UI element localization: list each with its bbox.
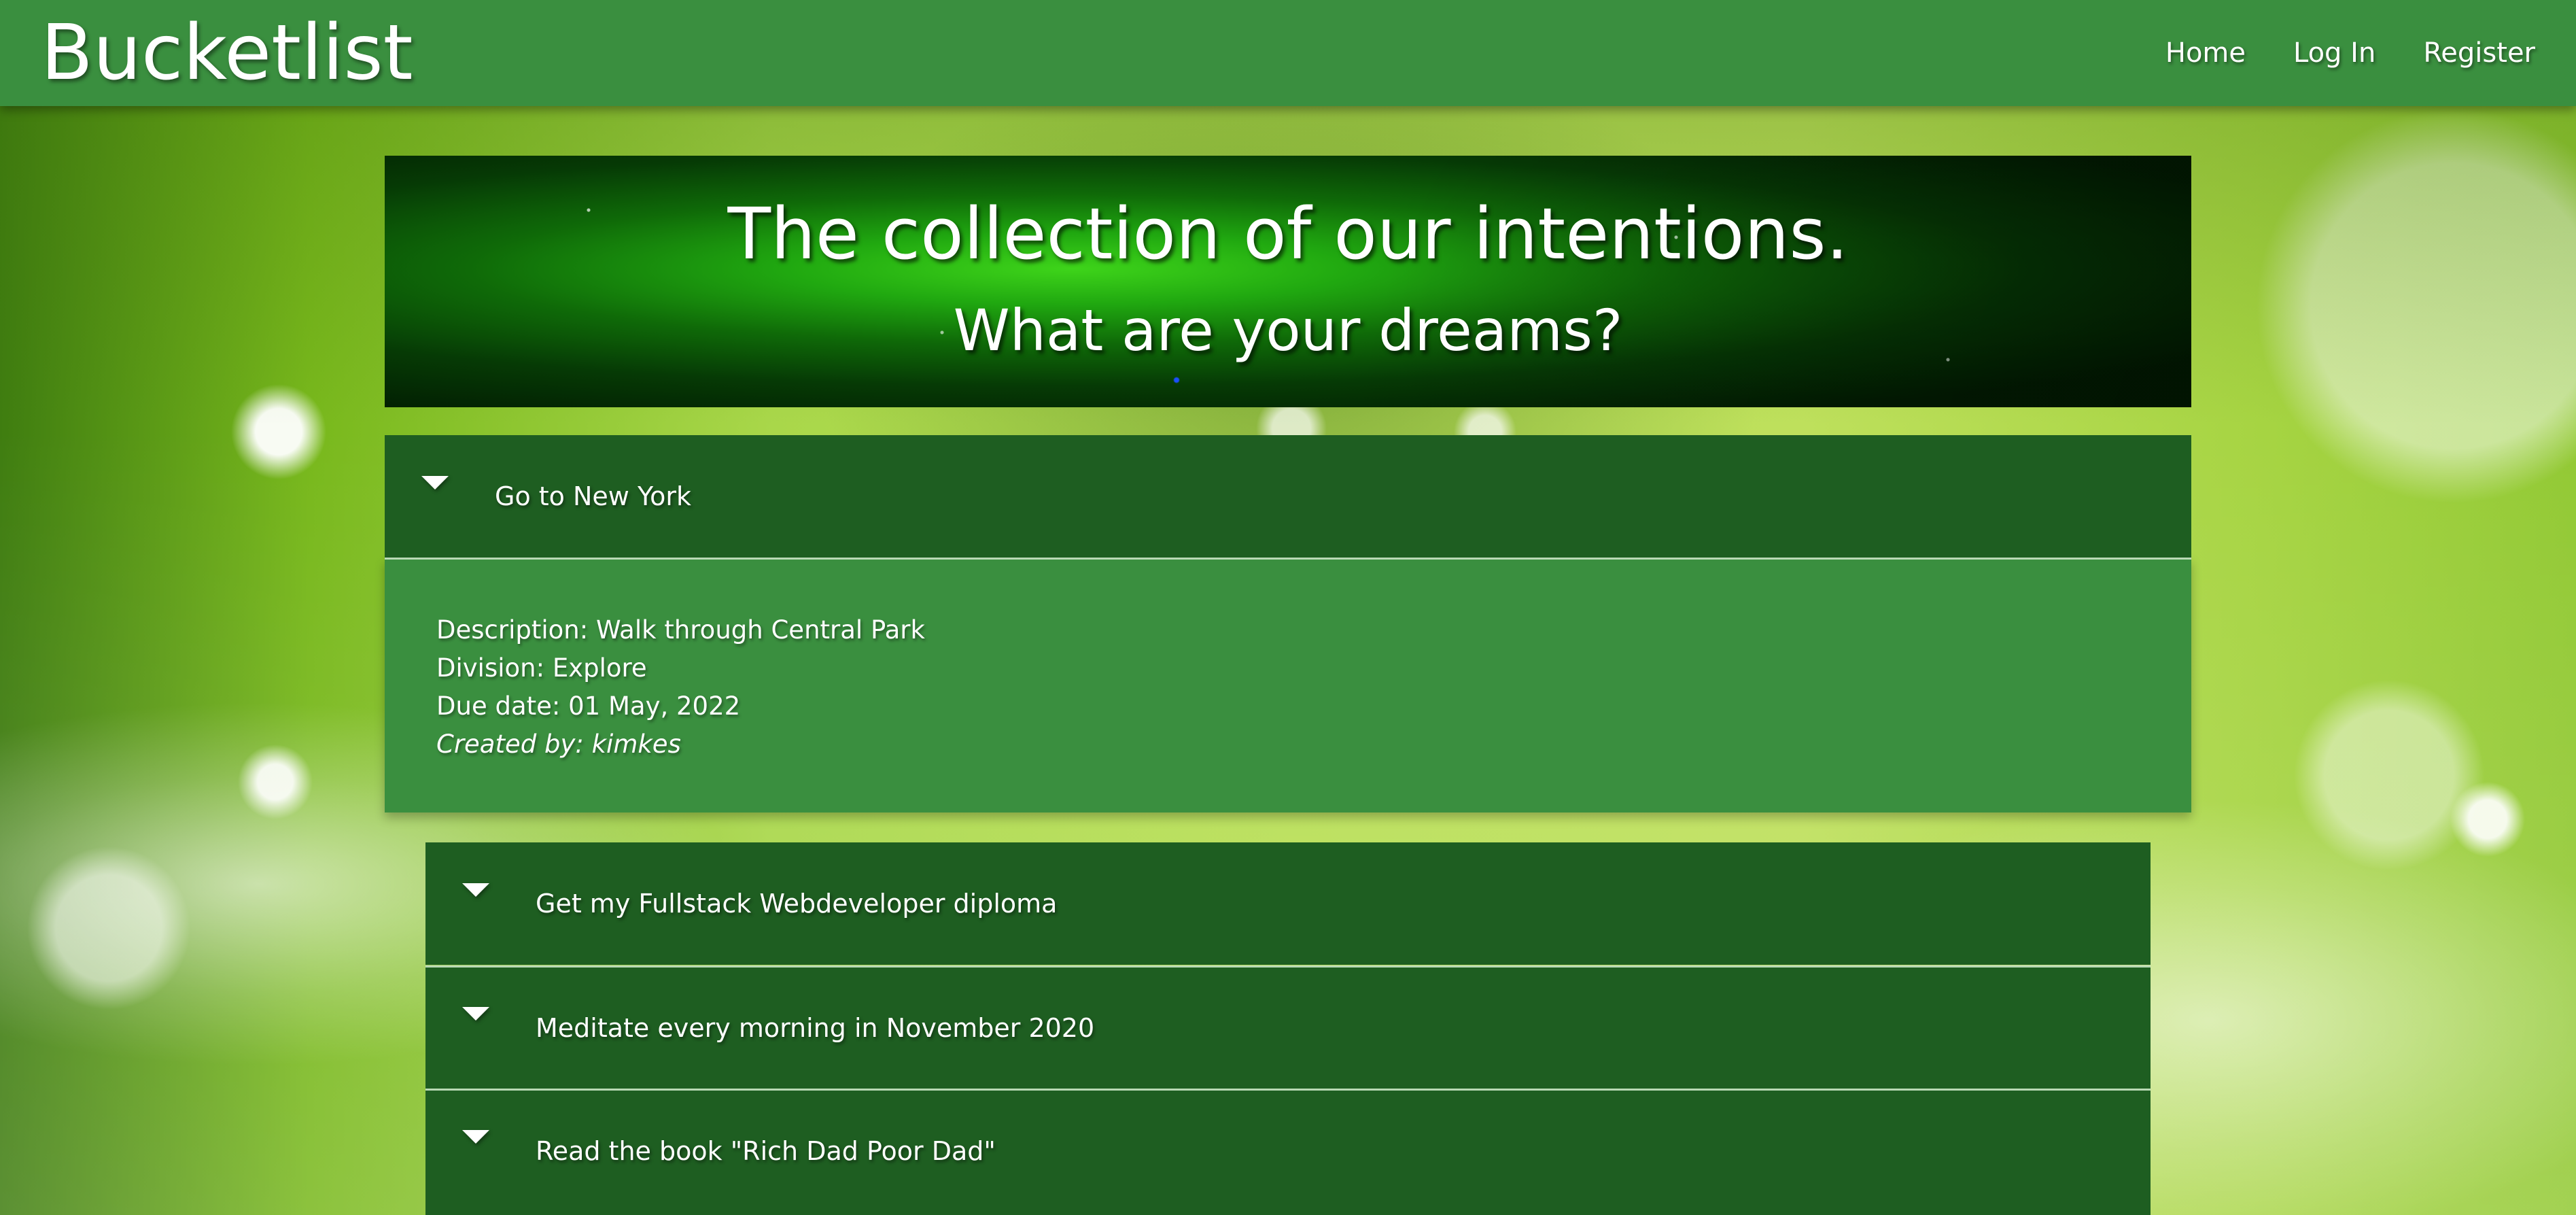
nav-links: Home Log In Register [2165,0,2535,106]
nav-register-link[interactable]: Register [2423,37,2535,69]
bucketlist-item: Go to New York Description: Walk through… [385,435,2191,812]
item-title: Read the book "Rich Dad Poor Dad" [536,1136,996,1166]
item-header-toggle[interactable]: Go to New York [385,435,2191,558]
caret-down-icon [462,883,489,897]
item-details: Description: Walk through Central Park D… [385,558,2191,812]
caret-down-icon [421,476,449,490]
item-division: Division: Explore [436,653,647,683]
hero-banner: The collection of our intentions. What a… [385,156,2191,407]
item-title: Go to New York [495,481,692,511]
item-header-toggle[interactable]: Meditate every morning in November 2020 [425,965,2151,1089]
item-title: Meditate every morning in November 2020 [536,1013,1095,1043]
bucketlist-item: Get my Fullstack Webdeveloper diploma [425,842,2151,965]
item-header-toggle[interactable]: Get my Fullstack Webdeveloper diploma [425,842,2151,965]
nav-login-link[interactable]: Log In [2293,37,2375,69]
item-due-date: Due date: 01 May, 2022 [436,691,741,721]
nav-home-link[interactable]: Home [2165,37,2246,69]
bucketlist-item: Meditate every morning in November 2020 [425,965,2151,1089]
item-title: Get my Fullstack Webdeveloper diploma [536,889,1058,919]
item-created-by: Created by: kimkes [436,730,681,759]
caret-down-icon [462,1130,489,1144]
item-description: Description: Walk through Central Park [436,615,925,645]
caret-down-icon [462,1007,489,1021]
item-header-toggle[interactable]: Read the book "Rich Dad Poor Dad" [425,1089,2151,1215]
navbar: Bucketlist Home Log In Register [0,0,2576,106]
brand-logo-link[interactable]: Bucketlist [41,5,413,101]
hero-title: The collection of our intentions. [727,192,1849,275]
bucketlist-item: Read the book "Rich Dad Poor Dad" [425,1089,2151,1215]
hero-subtitle: What are your dreams? [953,297,1623,364]
